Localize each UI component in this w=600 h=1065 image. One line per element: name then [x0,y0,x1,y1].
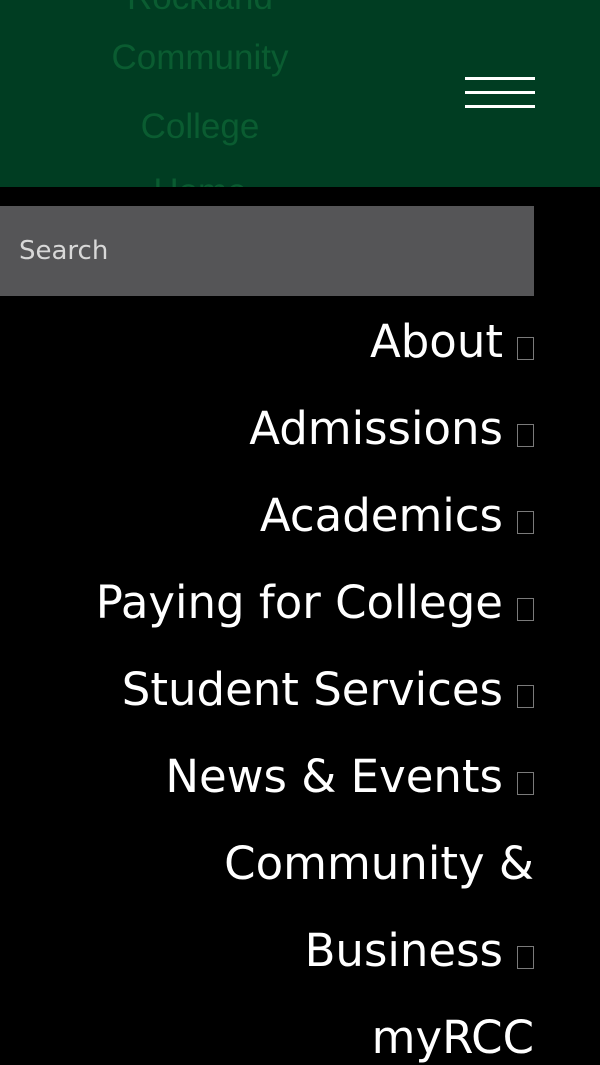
expand-box-icon[interactable] [517,511,534,534]
nav-item-student-services[interactable]: Student Services [0,646,534,733]
nav-item-label: Academics [259,489,503,542]
expand-box-icon[interactable] [517,772,534,795]
search-input[interactable] [0,206,534,296]
nav-item-news-events[interactable]: News & Events [0,733,534,820]
nav-item-label: Admissions [249,402,503,455]
nav-item-label: About [369,315,503,368]
logo-text-line[interactable]: Home [0,172,400,187]
logo-text-line[interactable]: Community [0,38,400,78]
nav-item-admissions[interactable]: Admissions [0,385,534,472]
nav-item-label: Business [304,924,503,977]
main-nav-menu: About Admissions Academics Paying for Co… [0,298,534,1065]
expand-box-icon[interactable] [517,424,534,447]
nav-item-myrcc[interactable]: myRCC [0,994,534,1065]
logo-text-line[interactable]: College [0,107,400,147]
nav-item-label: Paying for College [95,576,503,629]
nav-item-label: myRCC [371,1011,534,1064]
nav-item-label: Student Services [121,663,503,716]
expand-box-icon[interactable] [517,598,534,621]
search-box [0,206,534,296]
nav-item-community-business[interactable]: Community & [0,820,534,907]
logo-text-line[interactable]: Rockland [0,0,400,18]
hamburger-bar [465,105,535,108]
site-header: Rockland Community College Home [0,0,600,187]
nav-item-academics[interactable]: Academics [0,472,534,559]
nav-item-community-business-line2[interactable]: Business [0,907,534,994]
nav-item-label: News & Events [165,750,503,803]
mobile-page: Rockland Community College Home About Ad… [0,0,600,1065]
hamburger-bar [465,91,535,94]
expand-box-icon[interactable] [517,685,534,708]
hamburger-menu-icon[interactable] [460,76,538,112]
expand-box-icon[interactable] [517,946,534,969]
hamburger-bar [465,77,535,80]
nav-item-about[interactable]: About [0,298,534,385]
nav-item-paying-for-college[interactable]: Paying for College [0,559,534,646]
nav-item-label: Community & [224,837,534,890]
expand-box-icon[interactable] [517,337,534,360]
